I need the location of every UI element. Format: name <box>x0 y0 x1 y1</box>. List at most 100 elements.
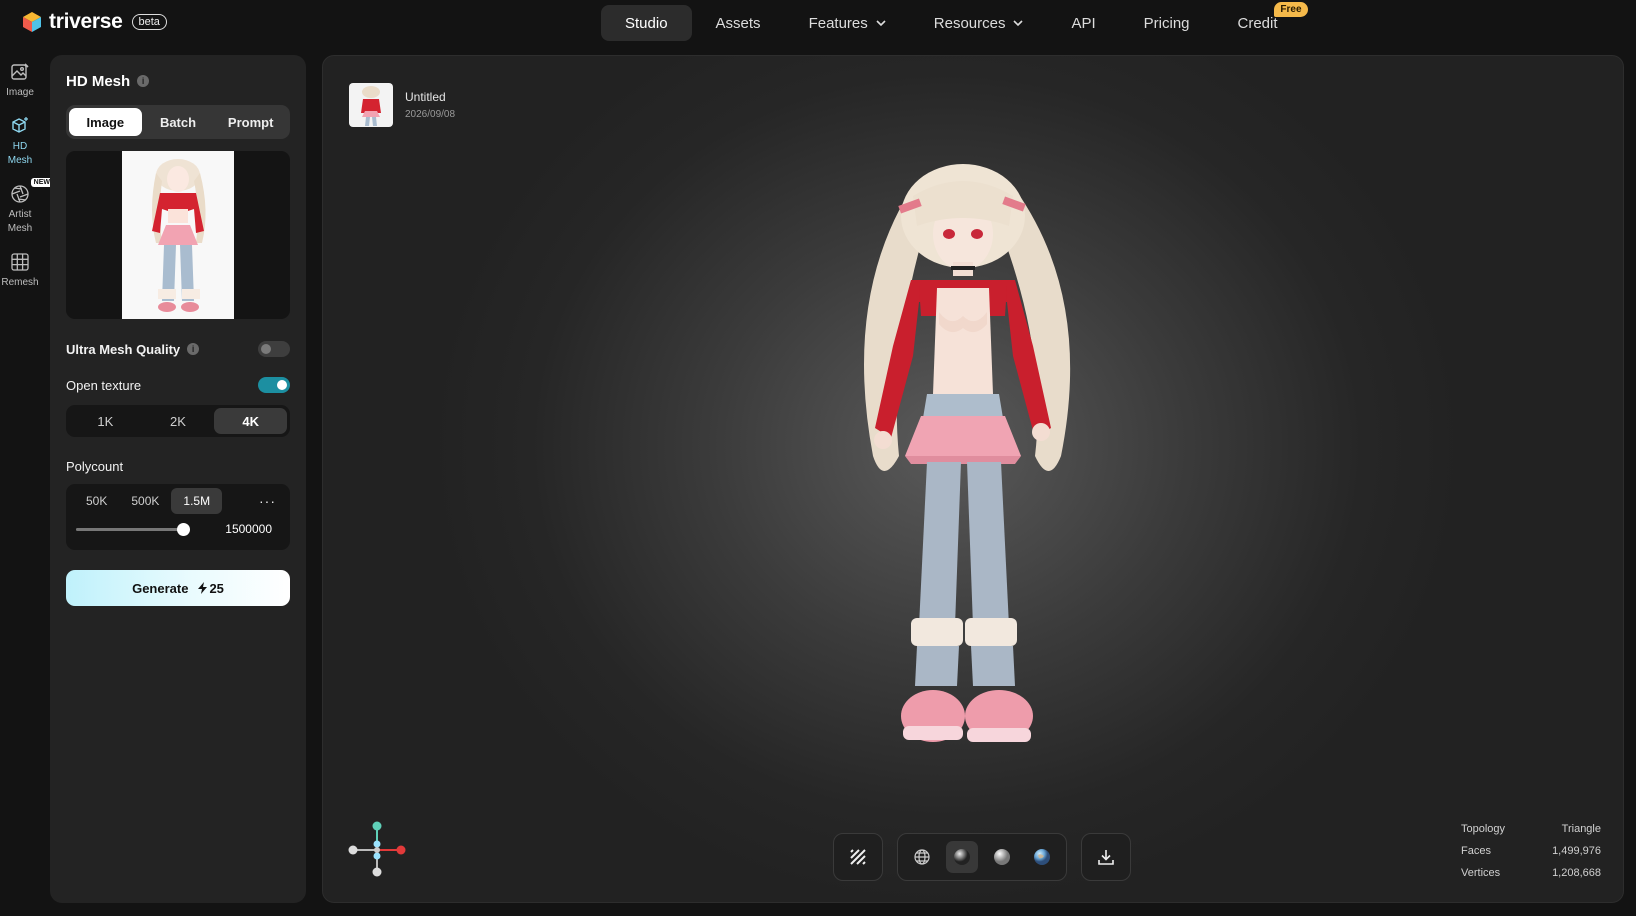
wireframe-button[interactable] <box>842 841 874 873</box>
polycount-500k[interactable]: 500K <box>119 488 171 514</box>
stat-value: Triangle <box>1561 823 1601 835</box>
nav-label: Features <box>808 14 868 32</box>
download-icon <box>1098 850 1114 865</box>
res-2k[interactable]: 2K <box>142 408 215 434</box>
download-group <box>1081 833 1131 881</box>
nav-label: Resources <box>933 14 1006 32</box>
polycount-50k[interactable]: 50K <box>74 488 119 514</box>
nav-resources[interactable]: Resources <box>910 5 1048 41</box>
texture-resolution-selector: 1K 2K 4K <box>66 405 290 437</box>
render-mode-textured[interactable] <box>1026 841 1058 873</box>
nav-assets[interactable]: Assets <box>692 5 785 41</box>
nav-label: API <box>1071 14 1096 32</box>
open-texture-label: Open texture <box>66 377 142 393</box>
stripes-icon <box>850 849 866 865</box>
open-texture-toggle[interactable] <box>258 377 290 393</box>
stat-vertices: Vertices 1,208,668 <box>1461 862 1601 884</box>
textured-sphere-icon <box>1034 849 1050 865</box>
chevron-down-icon <box>1013 20 1024 27</box>
asset-name: Untitled <box>405 90 446 104</box>
slider-thumb[interactable] <box>177 522 190 536</box>
ultra-mesh-quality-label: Ultra Mesh Quality <box>66 341 181 357</box>
uploaded-image <box>122 151 234 319</box>
lightning-icon <box>198 582 208 594</box>
wireframe-toggle-group <box>833 833 883 881</box>
3d-model-render[interactable] <box>803 156 1123 796</box>
nav-label: Pricing <box>1143 14 1190 32</box>
render-mode-wireframe[interactable] <box>906 841 938 873</box>
brand-logo[interactable]: triverse beta <box>22 10 167 34</box>
image-upload-preview[interactable] <box>66 151 290 319</box>
beta-badge: beta <box>131 14 167 30</box>
globe-wire-icon <box>914 849 930 865</box>
tool-rail: Image HD Mesh NEW Artist Mesh Remesh <box>0 62 53 306</box>
axis-gizmo[interactable] <box>347 818 407 878</box>
stat-label: Vertices <box>1461 867 1501 879</box>
polycount-slider[interactable] <box>76 522 190 536</box>
polycount-box: 50K 500K 1.5M ··· 1500000 <box>66 484 290 550</box>
open-texture-row: Open texture <box>66 377 290 393</box>
rail-label: Remesh <box>1 277 39 288</box>
asset-thumbnail <box>349 83 393 127</box>
3d-viewer[interactable]: Untitled 2026/09/08 Topology Triangle Fa… <box>322 55 1624 903</box>
tab-batch[interactable]: Batch <box>142 108 215 136</box>
res-1k[interactable]: 1K <box>69 408 142 434</box>
polycount-value: 1500000 <box>225 522 272 536</box>
asset-card[interactable]: Untitled 2026/09/08 <box>349 83 455 127</box>
download-button[interactable] <box>1090 841 1122 873</box>
stat-value: 1,499,976 <box>1552 845 1601 857</box>
generate-button[interactable]: Generate 25 <box>66 570 290 606</box>
stat-label: Topology <box>1461 823 1506 835</box>
stat-faces: Faces 1,499,976 <box>1461 840 1601 862</box>
stat-value: 1,208,668 <box>1552 867 1601 879</box>
polycount-label: Polycount <box>66 459 124 474</box>
ultra-mesh-quality-toggle[interactable] <box>258 341 290 357</box>
brand-name: triverse <box>49 10 123 33</box>
image-edit-icon <box>11 63 29 80</box>
triverse-logo-icon <box>23 12 41 32</box>
clay-sphere-icon <box>994 849 1010 865</box>
nav-pricing[interactable]: Pricing <box>1120 5 1214 41</box>
info-icon[interactable]: i <box>187 343 200 355</box>
stat-topology: Topology Triangle <box>1461 818 1601 840</box>
tab-prompt[interactable]: Prompt <box>214 108 287 136</box>
render-mode-clay[interactable] <box>986 841 1018 873</box>
stat-label: Faces <box>1461 845 1491 857</box>
nav-label: Assets <box>715 14 761 32</box>
polycount-1-5m[interactable]: 1.5M <box>171 488 223 514</box>
ultra-mesh-quality-row: Ultra Mesh Quality i <box>66 341 290 357</box>
grid-icon <box>11 253 29 271</box>
rail-label: Artist Mesh <box>7 209 33 234</box>
render-mode-shaded[interactable] <box>946 841 978 873</box>
rail-item-remesh[interactable]: Remesh <box>0 252 40 290</box>
render-mode-group <box>897 833 1067 881</box>
nav-features[interactable]: Features <box>785 5 910 41</box>
rail-item-artist-mesh[interactable]: NEW Artist Mesh <box>0 178 53 236</box>
tab-image[interactable]: Image <box>69 108 142 136</box>
free-badge: Free <box>1274 2 1308 17</box>
top-navigation: triverse beta Studio Assets Features Res… <box>0 0 1636 46</box>
asset-date: 2026/09/08 <box>405 109 456 120</box>
rail-item-image[interactable]: Image <box>0 62 40 100</box>
rail-label: HD Mesh <box>7 141 33 166</box>
panel-title-text: HD Mesh <box>66 72 131 90</box>
nav-studio[interactable]: Studio <box>601 5 692 41</box>
nav-label: Credit <box>1237 14 1278 32</box>
generate-label: Generate <box>132 580 189 596</box>
nav-api[interactable]: API <box>1047 5 1119 41</box>
more-options-icon[interactable]: ··· <box>259 493 276 509</box>
input-mode-tabs: Image Batch Prompt <box>66 105 290 139</box>
generate-cost: 25 <box>209 580 224 596</box>
nav-credit[interactable]: Credit Free <box>1214 2 1308 41</box>
main-nav: Studio Assets Features Resources API Pri… <box>601 2 1308 41</box>
aperture-icon <box>11 185 29 203</box>
hd-mesh-panel: HD Mesh i Image Batch Prompt Ultra Mesh … <box>50 55 306 903</box>
info-icon[interactable]: i <box>137 75 150 87</box>
rail-item-hd-mesh[interactable]: HD Mesh <box>0 116 40 168</box>
shaded-sphere-icon <box>954 849 970 865</box>
res-4k[interactable]: 4K <box>214 408 288 434</box>
cube-sparkle-icon <box>12 117 28 133</box>
nav-label: Studio <box>625 14 668 32</box>
mesh-stats: Topology Triangle Faces 1,499,976 Vertic… <box>1461 818 1601 884</box>
panel-title: HD Mesh i <box>66 71 290 91</box>
